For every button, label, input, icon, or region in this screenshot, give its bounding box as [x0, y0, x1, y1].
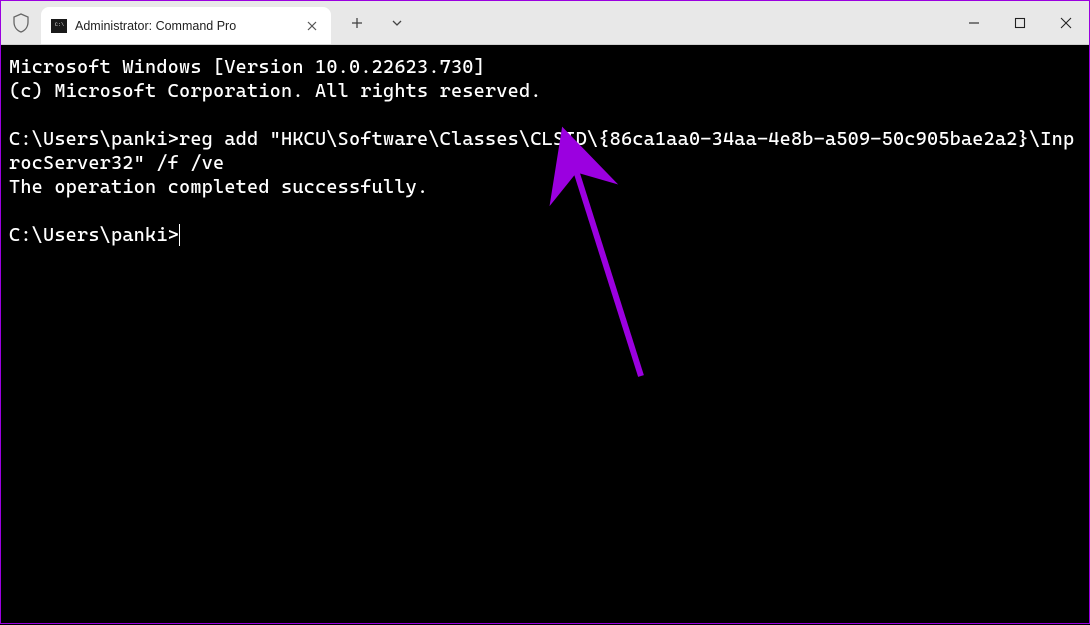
terminal-prompt: C:\Users\panki>: [9, 224, 179, 246]
tab-actions: [331, 1, 415, 44]
tab-dropdown-button[interactable]: [379, 1, 415, 45]
close-window-button[interactable]: [1043, 1, 1089, 45]
terminal-result: The operation completed successfully.: [9, 176, 428, 198]
shield-icon: [1, 1, 41, 44]
tab-title: Administrator: Command Pro: [75, 19, 295, 33]
terminal-line: Microsoft Windows [Version 10.0.22623.73…: [9, 56, 485, 78]
title-bar: C:\ Administrator: Command Pro: [1, 1, 1089, 45]
svg-text:C:\: C:\: [55, 22, 64, 28]
tab-close-button[interactable]: [303, 17, 321, 35]
window-controls: [951, 1, 1089, 44]
minimize-button[interactable]: [951, 1, 997, 45]
terminal-output[interactable]: Microsoft Windows [Version 10.0.22623.73…: [1, 45, 1089, 257]
cmd-icon: C:\: [51, 19, 67, 33]
maximize-button[interactable]: [997, 1, 1043, 45]
active-tab[interactable]: C:\ Administrator: Command Pro: [41, 7, 331, 44]
title-bar-drag-area[interactable]: [415, 1, 951, 44]
cursor-icon: [179, 224, 180, 246]
terminal-prompt: C:\Users\panki>: [9, 128, 179, 150]
new-tab-button[interactable]: [339, 1, 375, 45]
terminal-line: (c) Microsoft Corporation. All rights re…: [9, 80, 542, 102]
